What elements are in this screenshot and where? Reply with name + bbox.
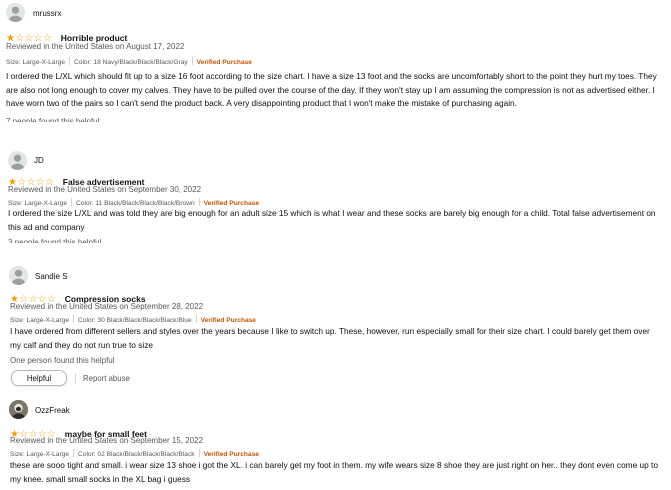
separator: [73, 315, 75, 323]
review-body: I ordered the size L/XL and was told the…: [8, 208, 656, 232]
separator: [71, 198, 73, 206]
variant-size[interactable]: Size: Large-X-Large: [8, 200, 67, 207]
variant-color[interactable]: Color: 18 Navy/Black/Black/Black/Gray: [74, 59, 188, 66]
variant-color[interactable]: Color: 30 Black/Black/Black/Black/Blue: [78, 317, 192, 324]
review-date: Reviewed in the United States on Septemb…: [8, 185, 202, 194]
separator: [69, 57, 71, 65]
review-variant-info: Size: Large-X-Large Color: 18 Navy/Black/…: [6, 57, 252, 66]
separator: [73, 449, 75, 457]
user-avatar: [9, 400, 28, 419]
helpful-count-clipped: 3 people found this helpful: [8, 239, 101, 243]
separator: [195, 315, 197, 323]
divider: [75, 373, 76, 384]
variant-color[interactable]: Color: 11 Black/Black/Black/Black/Brown: [76, 200, 195, 207]
user-avatar: [6, 3, 25, 22]
variant-size[interactable]: Size: Large-X-Large: [6, 59, 65, 66]
review-date: Reviewed in the United States on August …: [6, 42, 185, 51]
reviewer-name[interactable]: OzzFreak: [35, 406, 70, 415]
variant-color[interactable]: Color: 02 Black/Black/Black/Black/Black: [78, 451, 195, 458]
variant-size[interactable]: Size: Large-X-Large: [10, 317, 69, 324]
reviewer-name[interactable]: JD: [34, 156, 44, 165]
reviewer-name[interactable]: Sandie S: [35, 272, 67, 281]
helpful-button[interactable]: Helpful: [11, 370, 67, 386]
verified-purchase-badge: Verified Purchase: [196, 59, 252, 66]
verified-purchase-badge: Verified Purchase: [203, 200, 259, 207]
review-body: these are sooo tight and small. i wear s…: [10, 460, 658, 484]
review-date: Reviewed in the United States on Septemb…: [10, 436, 204, 445]
review-body: I ordered the L/XL which should fit up t…: [6, 71, 657, 108]
default-avatar-icon: [8, 151, 27, 170]
variant-size[interactable]: Size: Large-X-Large: [10, 451, 69, 458]
default-avatar-icon: [9, 266, 28, 285]
separator: [198, 198, 200, 206]
default-avatar-icon: [6, 3, 25, 22]
report-abuse-link[interactable]: Report abuse: [83, 374, 130, 383]
helpful-count: One person found this helpful: [10, 356, 115, 365]
review-variant-info: Size: Large-X-Large Color: 02 Black/Black…: [10, 449, 259, 458]
helpful-count-clipped: 7 people found this helpful: [6, 118, 99, 122]
verified-purchase-badge: Verified Purchase: [200, 317, 256, 324]
user-photo-icon: [9, 400, 28, 419]
verified-purchase-badge: Verified Purchase: [203, 451, 259, 458]
reviewer-name[interactable]: mrussrx: [33, 9, 61, 18]
review-body: I have ordered from different sellers an…: [10, 326, 650, 350]
review-variant-info: Size: Large-X-Large Color: 30 Black/Black…: [10, 315, 256, 324]
user-avatar: [8, 151, 27, 170]
review-variant-info: Size: Large-X-Large Color: 11 Black/Black…: [8, 198, 259, 207]
review-date: Reviewed in the United States on Septemb…: [10, 302, 204, 311]
separator: [191, 57, 193, 65]
separator: [198, 449, 200, 457]
user-avatar: [9, 266, 28, 285]
